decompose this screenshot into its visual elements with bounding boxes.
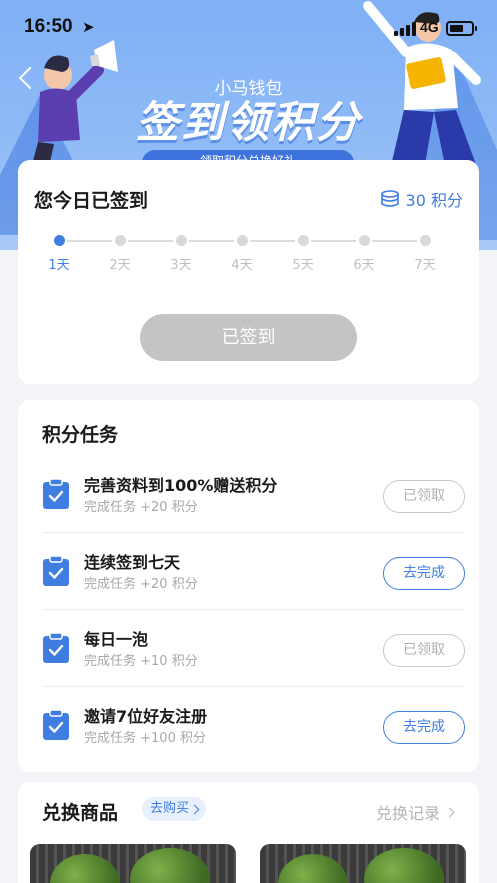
page-title: 签到领积分 [136,98,361,148]
product-card[interactable] [260,844,466,883]
chevron-right-icon [444,807,455,817]
day-label: 3天 [170,258,192,273]
task-reward: 完成任务 +10 积分 [84,654,198,669]
status-bar: 16:50 ➤ 4G [0,14,497,44]
go-buy-button[interactable]: 去购买 [142,797,207,821]
task-reward: 完成任务 +20 积分 [84,577,198,592]
sign-in-card: 您今日已签到 30 积分 1天 2天 3天 4天 5天 6天 7天 已签到 [18,160,479,384]
task-clipboard-icon [42,632,70,664]
claimed-button[interactable]: 已领取 [383,480,465,513]
task-name: 连续签到七天 [84,553,181,572]
task-reward: 完成任务 +100 积分 [84,731,206,746]
location-arrow-icon: ➤ [82,18,95,36]
task-clipboard-icon [42,709,70,741]
task-clipboard-icon [42,478,70,510]
task-name: 每日一泡 [84,630,149,649]
progress-connector [372,240,417,242]
progress-connector [189,240,234,242]
task-row: 连续签到七天完成任务 +20 积分 去完成 [42,533,465,610]
day-dot [53,235,65,246]
points-balance[interactable]: 30 积分 [380,187,463,211]
task-row: 完善资料到100%赠送积分完成任务 +20 积分 已领取 [42,456,465,533]
progress-connector [250,240,295,242]
product-card[interactable] [30,844,236,883]
day-dot [419,235,431,246]
day-label: 4天 [231,258,253,273]
go-complete-button[interactable]: 去完成 [383,711,465,744]
exchange-records-label: 兑换记录 [375,804,440,823]
points-tasks-card: 积分任务 完善资料到100%赠送积分 完成任务 +20 积分 已领取 连续签到七天 完成… [18,400,479,772]
sign-in-status: 您今日已签到 [34,190,149,212]
day-label: 6天 [353,258,375,273]
signed-in-button[interactable]: 已签到 [140,314,357,361]
task-clipboard-icon [42,555,70,587]
progress-connector [311,240,356,242]
task-row: 每日一泡完成任务 +10 积分 已领取 [42,610,465,687]
coin-stack-icon [380,190,399,207]
day-dot [358,235,370,246]
task-name: 完善资料到100%赠送积分 [84,476,278,495]
task-reward: 完成任务 +20 积分 [84,500,198,515]
status-time: 16:50 [24,16,73,37]
exchange-goods-title: 兑换商品 [42,802,119,824]
task-row: 邀请7位好友注册完成任务 +100 积分 去完成 [42,687,465,764]
chevron-right-icon [189,804,200,814]
go-complete-button[interactable]: 去完成 [383,557,465,590]
day-dot [175,235,187,246]
day-dot [236,235,248,246]
tasks-heading: 积分任务 [42,424,119,446]
claimed-button[interactable]: 已领取 [383,634,465,667]
day-dot [114,235,126,246]
progress-connector [67,240,112,242]
day-label: 2天 [109,258,131,273]
task-name: 邀请7位好友注册 [84,707,208,726]
sign-in-progress: 1天 2天 3天 4天 5天 6天 7天 [42,232,462,273]
day-dot [297,235,309,246]
day-label: 1天 [48,258,70,273]
go-buy-label: 去购买 [150,801,190,816]
day-label: 7天 [414,258,436,273]
progress-connector [128,240,173,242]
day-label: 5天 [292,258,314,273]
exchange-goods-card: 兑换商品 去购买 兑换记录 [18,782,479,883]
exchange-records-link[interactable]: 兑换记录 [375,800,455,824]
points-value: 30 积分 [405,191,463,210]
signal-icon [394,22,416,36]
network-label: 4G [420,19,439,35]
battery-icon [446,21,477,36]
